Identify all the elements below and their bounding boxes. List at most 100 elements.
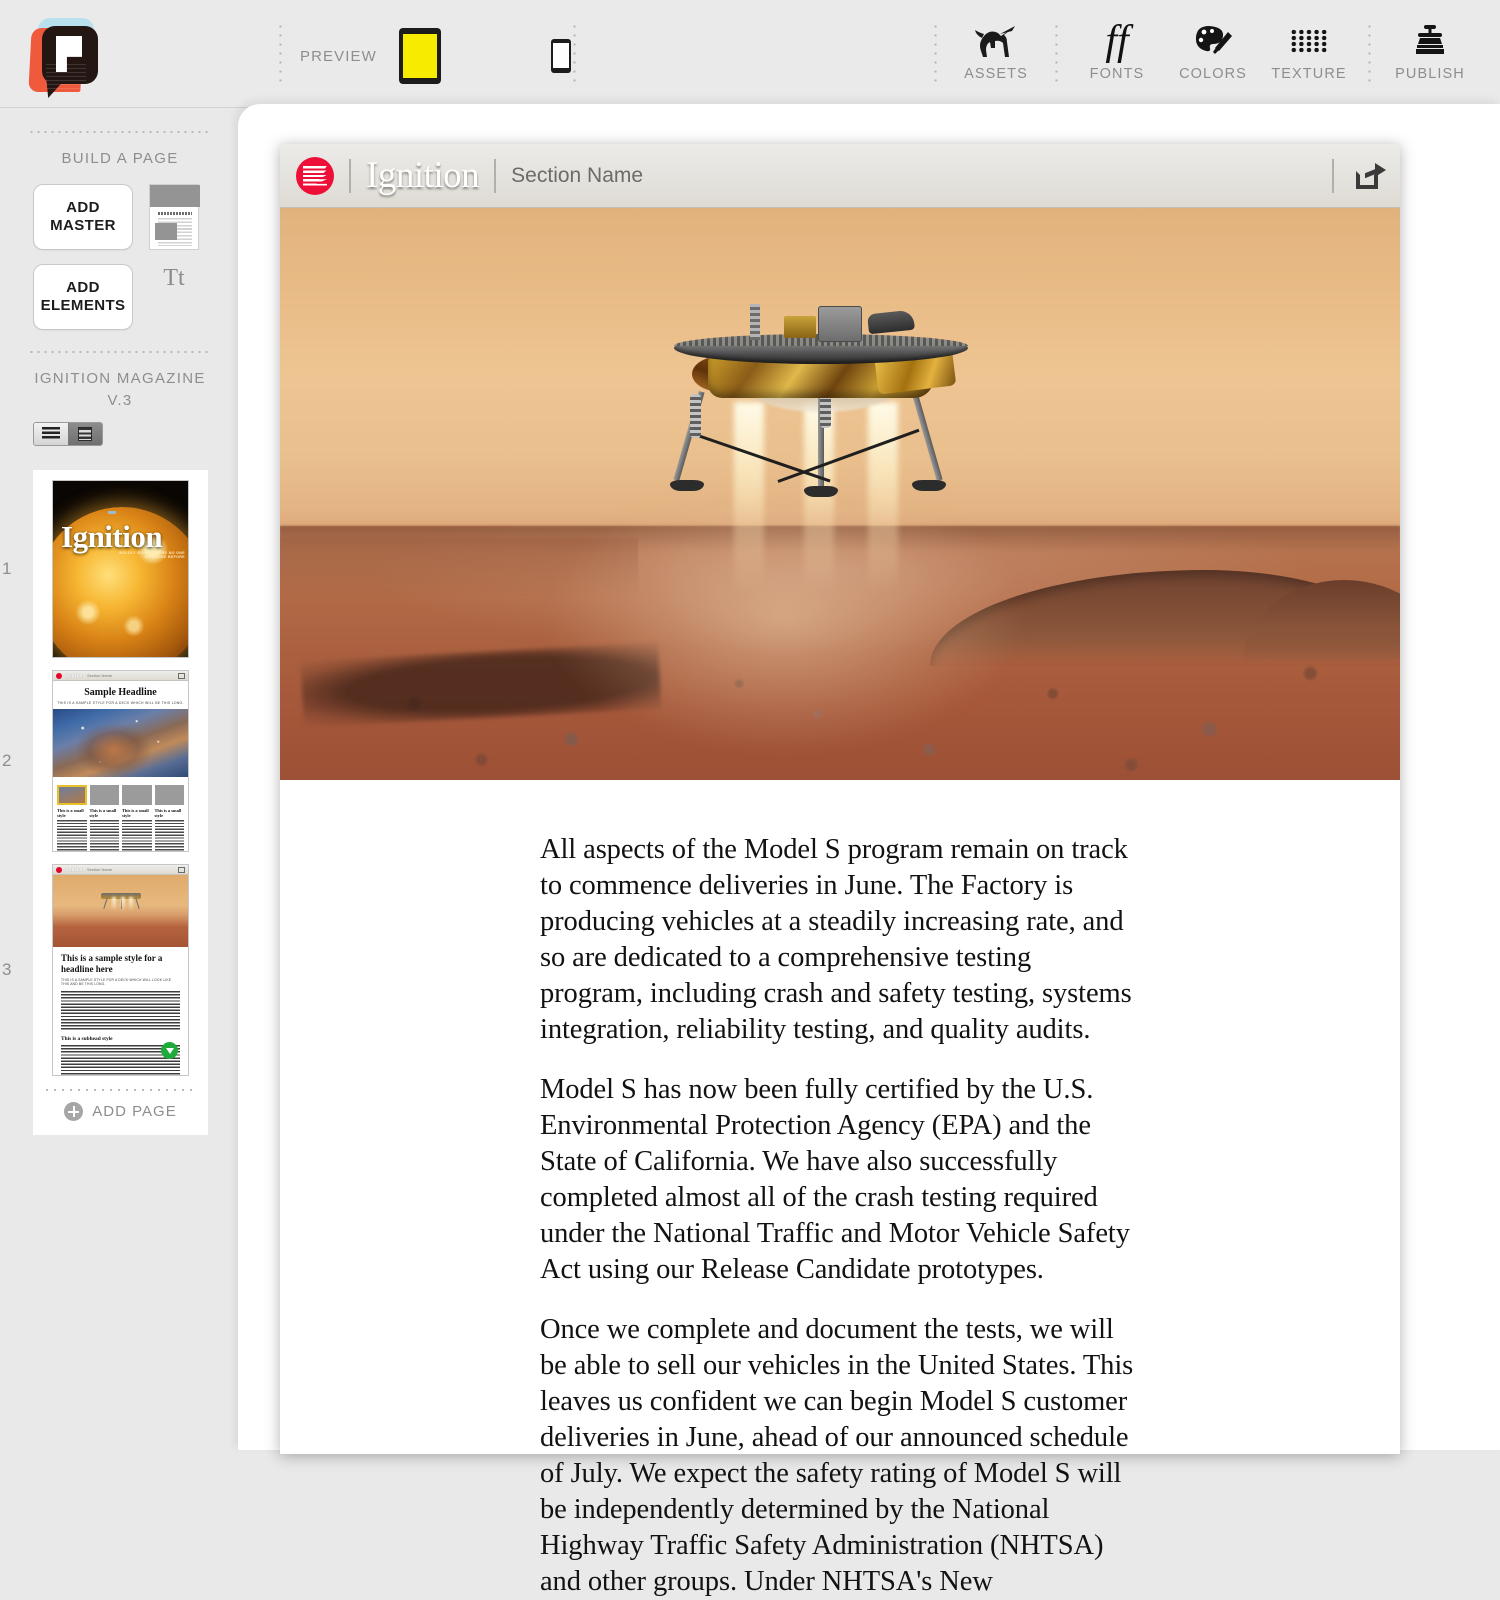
add-master-button[interactable]: ADD MASTER — [33, 184, 133, 250]
lander-robotic-arm — [867, 309, 915, 335]
column-text — [89, 820, 119, 851]
add-master-row: ADD MASTER — [0, 184, 240, 250]
divider-dotted — [933, 22, 938, 84]
fonts-label: FONTS — [1089, 66, 1145, 82]
page-list-item[interactable]: 3 Ignition Section Name This is a sample… — [2, 864, 208, 1076]
project-name: IGNITION MAGAZINE — [34, 370, 206, 387]
page-number: 3 — [2, 960, 12, 979]
lander-foot — [912, 480, 946, 491]
template-inset-image — [155, 223, 177, 240]
lander-instrument — [784, 316, 816, 338]
page-thumbnail-feature[interactable]: Ignition Section Name Sample Headline TH… — [52, 670, 189, 852]
lander-shock-absorber — [690, 394, 701, 438]
dust-cloud — [526, 508, 1042, 778]
dot-grid-icon — [1290, 18, 1328, 64]
build-a-page-title: BUILD A PAGE — [61, 150, 179, 167]
divider-dotted — [28, 350, 212, 354]
lander-strut — [777, 428, 920, 483]
thumb-header: Ignition Section Name — [53, 671, 188, 681]
article-paragraph: Model S has now been fully certified by … — [540, 1074, 1130, 1285]
colors-button[interactable]: COLORS — [1165, 18, 1261, 94]
add-elements-button[interactable]: ADD ELEMENTS — [33, 264, 133, 330]
app-logo-icon[interactable] — [28, 18, 108, 98]
divider-dotted — [278, 22, 283, 86]
publish-button[interactable]: PUBLISH — [1382, 18, 1478, 94]
share-icon — [178, 866, 185, 873]
divider — [1332, 158, 1334, 193]
unicorn-icon — [974, 18, 1018, 64]
column-headline: This is a small style — [57, 808, 84, 818]
template-image-block — [150, 185, 200, 207]
detail-view-button[interactable] — [67, 423, 102, 445]
lander-mast — [750, 304, 760, 340]
divider — [494, 158, 497, 193]
preview-controls: PREVIEW — [300, 26, 571, 86]
fonts-button[interactable]: ff FONTS — [1069, 18, 1165, 94]
column-image-selected — [57, 785, 87, 805]
page-list-item[interactable]: 2 Ignition Section Name Sample Headline … — [2, 670, 208, 852]
column-text — [154, 820, 184, 851]
thumb-column: This is a small style — [154, 785, 184, 851]
scroll-down-badge[interactable] — [161, 1042, 178, 1059]
divider-dotted — [28, 130, 212, 134]
template-headline-block — [158, 212, 192, 215]
lander-foot — [804, 486, 838, 497]
share-icon — [178, 672, 185, 679]
element-text-label: Tt — [163, 265, 185, 291]
cover-rule — [108, 511, 116, 514]
add-page-button[interactable]: ADD PAGE — [33, 1102, 208, 1121]
preview-tablet-button[interactable] — [398, 28, 441, 84]
page-preview[interactable]: Ignition Section Name All aspects of the… — [280, 144, 1400, 1597]
column-image — [122, 785, 152, 805]
colors-label: COLORS — [1179, 66, 1247, 82]
thumb-column: This is a small style — [122, 785, 152, 851]
assets-button[interactable]: ASSETS — [948, 18, 1044, 94]
master-template-thumbnail[interactable] — [149, 184, 200, 250]
add-elements-row: ADD ELEMENTS Tt — [0, 264, 240, 330]
add-page-label: ADD PAGE — [92, 1103, 177, 1120]
assets-label: ASSETS — [964, 66, 1028, 82]
texture-button[interactable]: TEXTURE — [1261, 18, 1357, 94]
page-thumbnail-cover[interactable]: Ignition BOLDLY GOING WHERE NO ONE HAS G… — [52, 480, 189, 658]
editor-canvas: Ignition Section Name All aspects of the… — [238, 104, 1500, 1597]
page-thumbnail-article[interactable]: Ignition Section Name This is a sample s… — [52, 864, 189, 1076]
divider-dotted — [572, 22, 577, 86]
thumb-brand: Ignition — [65, 866, 84, 873]
thumb-body-text — [61, 990, 180, 1031]
thumb-subhead: This is a subhead style — [61, 1035, 113, 1042]
page-list-item[interactable]: 1 Ignition BOLDLY GOING WHERE NO ONE HAS… — [2, 480, 208, 658]
article-paragraph: All aspects of the Model S program remai… — [540, 834, 1132, 1045]
preview-label: PREVIEW — [300, 47, 377, 65]
ignition-mark-icon — [56, 866, 62, 873]
share-icon — [1356, 162, 1386, 189]
divider-dotted — [43, 1088, 198, 1092]
texture-label: TEXTURE — [1271, 66, 1347, 82]
hero-image — [280, 208, 1400, 780]
project-title: IGNITION MAGAZINE V.3 — [0, 368, 240, 412]
view-mode-toggle — [33, 422, 103, 446]
left-sidebar: BUILD A PAGE ADD MASTER ADD ELEMENTS Tt … — [0, 108, 240, 1450]
article-body: All aspects of the Model S program remai… — [280, 780, 1400, 1600]
list-view-button[interactable] — [34, 423, 68, 445]
article-paragraph: Once we complete and document the tests,… — [540, 1314, 1134, 1597]
column-headline: This is a small style — [154, 808, 182, 818]
top-toolbar: PREVIEW ASSETS ff FONTS COLORS TEXTURE P… — [0, 0, 1500, 108]
magazine-title: Ignition — [366, 155, 480, 196]
ignition-mark-icon — [56, 672, 62, 679]
column-text — [122, 820, 152, 851]
thumb-column: This is a small style — [57, 785, 87, 851]
element-type-thumbnail[interactable]: Tt — [149, 264, 199, 330]
column-image — [89, 785, 119, 805]
divider-dotted — [1054, 22, 1059, 84]
divider — [349, 158, 351, 193]
lander-leg — [911, 390, 943, 482]
thumb-section: Section Name — [87, 673, 113, 678]
thumb-deck: THIS IS A SAMPLE STYLE FOR A DECK WHICH … — [61, 978, 172, 987]
thumb-columns: This is a small style This is a small st… — [53, 782, 188, 851]
share-button[interactable] — [1332, 158, 1386, 193]
thumb-deck: THIS IS A SAMPLE STYLE FOR A DECK WHICH … — [57, 701, 184, 705]
thumb-section: Section Name — [87, 867, 113, 872]
preview-phone-button[interactable] — [550, 39, 571, 73]
nebula-image — [53, 709, 188, 777]
thumb-headline: Sample Headline — [84, 687, 157, 698]
